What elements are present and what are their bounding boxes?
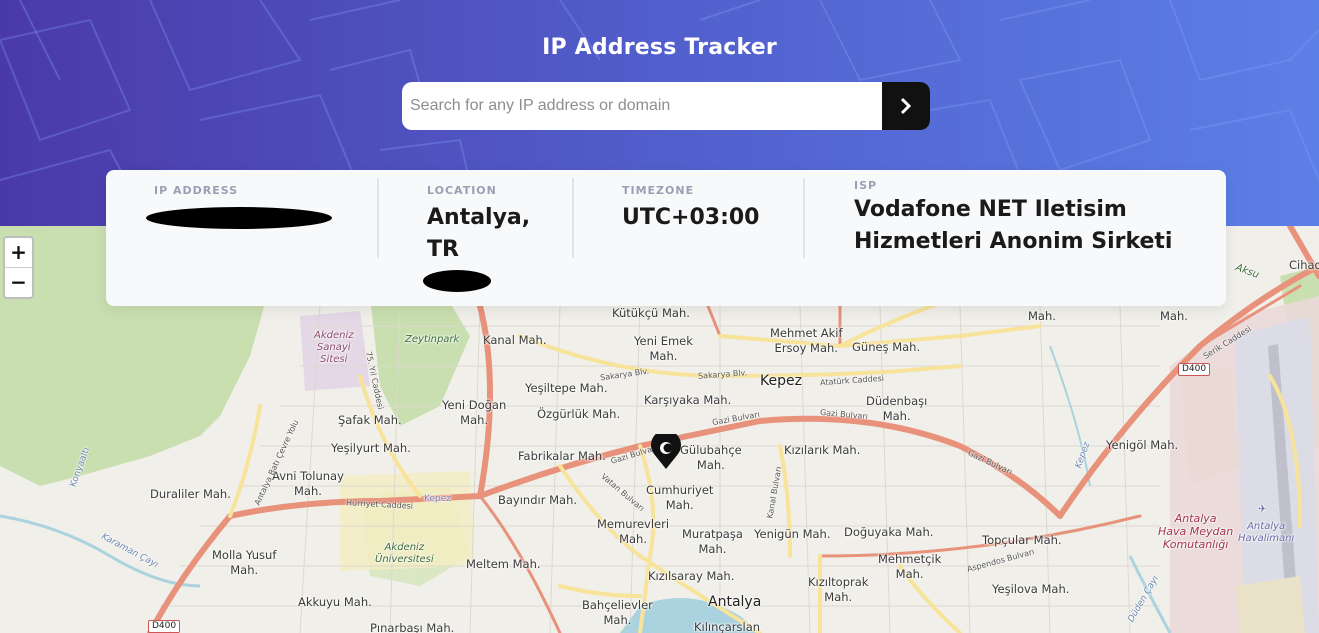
timezone-section: TIMEZONE UTC+03:00	[622, 170, 802, 306]
map-label-mah-right-2: Mah.	[1160, 309, 1188, 323]
map-label-akdeniz-universitesi: Akdeniz Üniversitesi	[375, 542, 434, 565]
road-shield-d400-left: D400	[148, 620, 181, 633]
map-label-yeni-dogan: Yeni Doğan Mah.	[442, 398, 507, 427]
map-label-cihad: Cihad	[1289, 258, 1319, 272]
map-label-zeytinpark: Zeytinpark	[405, 334, 460, 345]
map-label-yesilyurt: Yeşilyurt Mah.	[331, 441, 411, 455]
map-label-topcular: Topçular Mah.	[982, 533, 1062, 547]
map-label-kizilsaray: Kızılsaray Mah.	[648, 569, 735, 583]
map-label-ozgurluk: Özgürlük Mah.	[537, 407, 621, 421]
map-label-yenigun: Yenigün Mah.	[754, 527, 831, 541]
timezone-label: TIMEZONE	[622, 184, 695, 197]
map-label-mehmet-akif: Mehmet Akif Ersoy Mah.	[770, 326, 843, 355]
ip-address-section: IP ADDRESS	[146, 170, 374, 306]
map-label-safak: Şafak Mah.	[338, 413, 402, 427]
map-label-kanal: Kanal Mah.	[483, 333, 547, 347]
map-label-kizilarik: Kızılarık Mah.	[784, 443, 861, 457]
map-label-yenigol: Yenigöl Mah.	[1106, 438, 1179, 452]
map-label-bayindir: Bayındır Mah.	[498, 493, 578, 507]
isp-section: ISP Vodafone NET Iletisim Hizmetleri Anon…	[854, 170, 1214, 306]
map-label-karsiyaka: Karşıyaka Mah.	[644, 393, 732, 407]
map-label-kiziltoprak: Kızıltoprak Mah.	[808, 575, 869, 604]
map-label-akkuyu: Akkuyu Mah.	[298, 595, 372, 609]
map-label-mehmetcik: Mehmetçik Mah.	[878, 552, 942, 581]
map-label-cumhuriyet: Cumhuriyet Mah.	[646, 483, 714, 512]
search-submit-button[interactable]	[882, 82, 930, 130]
map-label-bahcelievler: Bahçelievler Mah.	[582, 598, 653, 627]
ip-info-card: IP ADDRESS LOCATION Antalya, TR TIMEZONE …	[106, 170, 1226, 306]
map-label-molla-yusuf: Molla Yusuf Mah.	[212, 548, 277, 577]
isp-label: ISP	[854, 179, 878, 192]
location-value: Antalya, TR	[427, 205, 531, 262]
map-label-muratpasa: Muratpaşa Mah.	[682, 527, 743, 556]
map-label-kutukcu: Kütükçü Mah.	[612, 306, 690, 320]
search-form	[402, 82, 930, 130]
map-label-kepez-small: Kepez	[424, 494, 451, 504]
map-label-avni-tolunay: Avni Tolunay Mah.	[272, 469, 344, 498]
page-title: IP Address Tracker	[542, 35, 777, 60]
ip-address-label: IP ADDRESS	[154, 184, 239, 197]
map-label-mah-right-1: Mah.	[1028, 309, 1056, 323]
zoom-in-button[interactable]: +	[5, 238, 32, 268]
map-label-fabrikalar: Fabrikalar Mah.	[518, 449, 606, 463]
airplane-icon: ✈	[1258, 504, 1267, 515]
map-label-pinarbasi: Pınarbaşı Mah.	[370, 621, 455, 633]
map-label-gunes: Güneş Mah.	[852, 340, 921, 354]
map-label-memurevleri: Memurevleri Mah.	[597, 517, 670, 546]
divider	[803, 178, 805, 258]
divider	[572, 178, 574, 258]
map-label-doguyaka: Doğuyaka Mah.	[844, 525, 934, 539]
map-label-duraliler: Duraliler Mah.	[150, 487, 231, 501]
timezone-value: UTC+03:00	[622, 205, 760, 230]
map-label-hava-meydan: Antalya Hava Meydan Komutanlığı	[1158, 512, 1234, 551]
road-shield-d400: D400	[1178, 363, 1211, 376]
map-label-kepez: Kepez	[760, 373, 802, 389]
zoom-out-button[interactable]: −	[5, 268, 32, 297]
map-zoom-control: + −	[3, 236, 34, 299]
map-label-antalya: Antalya	[708, 594, 762, 610]
divider	[377, 178, 379, 258]
location-label: LOCATION	[427, 184, 497, 197]
map-label-dudenbasi: Düdenbaşı Mah.	[866, 394, 928, 423]
map-label-yesilova: Yeşilova Mah.	[992, 582, 1070, 596]
location-pin-icon[interactable]	[648, 434, 684, 470]
chevron-right-icon	[900, 97, 912, 115]
map-label-gulubahce: Gülubahçe Mah.	[680, 443, 742, 472]
isp-value: Vodafone NET Iletisim Hizmetleri Anonim S…	[854, 197, 1173, 254]
map-label-kilincarslan: Kılınçarslan	[694, 620, 761, 633]
redaction-mark	[423, 270, 491, 292]
location-section: LOCATION Antalya, TR	[423, 170, 567, 306]
search-input[interactable]	[402, 82, 882, 130]
redaction-mark	[146, 207, 332, 229]
map-label-meltem: Meltem Mah.	[466, 557, 541, 571]
map-label-akdeniz-sanayi: Akdeniz Sanayi Sitesi	[314, 330, 354, 365]
map-label-yeni-emek: Yeni Emek Mah.	[634, 334, 693, 363]
map-label-yesiltepe: Yeşiltepe Mah.	[525, 381, 608, 395]
map-label-havalimani: Antalya Havalimanı	[1238, 521, 1295, 544]
